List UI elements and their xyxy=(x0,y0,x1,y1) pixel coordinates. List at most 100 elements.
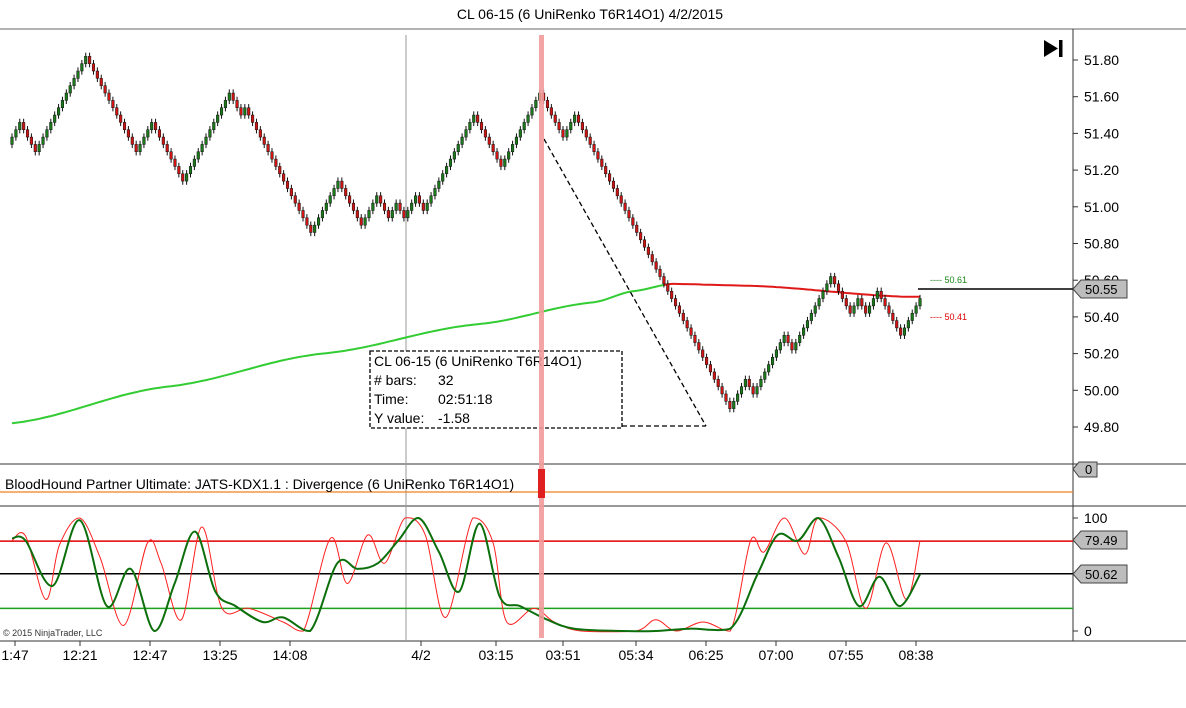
skip-to-end-icon[interactable] xyxy=(1044,40,1063,57)
osc-tick-label: 100 xyxy=(1084,510,1108,526)
down-bar xyxy=(848,305,852,314)
up-bar xyxy=(736,393,740,402)
up-bar xyxy=(906,320,910,329)
down-bar xyxy=(576,114,581,123)
down-bar xyxy=(181,173,185,182)
down-bar xyxy=(697,342,701,351)
up-bar xyxy=(367,210,371,219)
down-bar xyxy=(282,173,286,182)
marker-upper: ---- 50.61 xyxy=(930,275,967,285)
down-bar xyxy=(270,151,274,160)
down-bar xyxy=(642,239,647,248)
down-bar xyxy=(165,144,169,153)
down-bar xyxy=(499,158,503,167)
down-bar xyxy=(251,114,255,123)
up-bar xyxy=(406,210,410,219)
down-bar xyxy=(891,312,895,321)
oscillator-slow-line xyxy=(11,517,921,633)
up-bar xyxy=(852,305,856,314)
up-bar xyxy=(817,298,821,307)
divergence-value: 0 xyxy=(1085,462,1092,477)
up-bar xyxy=(18,122,22,130)
down-bar xyxy=(786,335,790,343)
up-bar xyxy=(410,202,414,211)
time-tick-label: 4/2 xyxy=(411,647,431,663)
up-bar xyxy=(809,312,813,321)
down-bar xyxy=(716,379,720,387)
down-bar xyxy=(107,92,111,101)
up-bar xyxy=(472,114,476,123)
down-bar xyxy=(611,180,616,189)
up-bar xyxy=(514,136,518,145)
down-bar xyxy=(239,107,243,116)
up-bar xyxy=(185,173,189,182)
price-tick-label: 51.00 xyxy=(1084,199,1119,215)
up-bar xyxy=(829,276,833,285)
down-bar xyxy=(134,144,138,153)
down-bar xyxy=(833,276,837,285)
down-bar xyxy=(666,283,670,292)
down-bar xyxy=(398,202,402,211)
up-bar xyxy=(332,188,336,197)
up-bar xyxy=(80,63,84,72)
down-bar xyxy=(487,136,491,145)
divergence-label: BloodHound Partner Ultimate: JATS-KDX1.1… xyxy=(5,476,514,492)
time-tick-label: 07:00 xyxy=(758,647,793,663)
divergence-value-flag: 0 xyxy=(1072,461,1098,478)
down-bar xyxy=(600,158,604,167)
tooltip-bars-label: # bars: xyxy=(374,372,417,388)
down-bar xyxy=(615,188,619,197)
oscillator-lines xyxy=(11,517,921,633)
up-bar xyxy=(84,56,88,64)
up-bar xyxy=(464,129,468,138)
down-bar xyxy=(561,129,565,138)
time-tick-label: 12:21 xyxy=(62,647,97,663)
up-bar xyxy=(452,151,456,160)
up-bar xyxy=(64,92,68,101)
down-bar xyxy=(685,320,689,329)
time-tick-label: 06:25 xyxy=(688,647,723,663)
up-bar xyxy=(433,188,437,197)
down-bar xyxy=(177,166,181,175)
down-bar xyxy=(157,129,162,138)
up-bar xyxy=(425,202,429,211)
up-bar xyxy=(219,107,224,116)
down-bar xyxy=(724,393,728,402)
up-bar xyxy=(871,298,875,307)
down-bar xyxy=(650,254,654,263)
price-tick-label: 49.80 xyxy=(1084,419,1119,435)
up-bar xyxy=(313,224,317,233)
tooltip-y-value: -1.58 xyxy=(438,410,470,426)
copyright: © 2015 NinjaTrader, LLC xyxy=(3,628,103,638)
down-bar xyxy=(254,122,259,130)
down-bar xyxy=(712,371,716,380)
up-bar xyxy=(774,349,778,358)
upper-level-flag: 79.49 xyxy=(1072,530,1128,550)
down-bar xyxy=(681,312,685,321)
price-tick-label: 50.80 xyxy=(1084,236,1119,252)
tooltip-y-label: Y value: xyxy=(374,410,424,426)
down-bar xyxy=(348,195,352,204)
down-bar xyxy=(103,85,107,94)
up-bar xyxy=(49,122,53,130)
down-bar xyxy=(588,136,592,145)
time-tick-label: 1:47 xyxy=(1,647,28,663)
down-bar xyxy=(91,63,96,72)
down-bar xyxy=(623,202,627,211)
up-bar xyxy=(394,202,398,211)
up-bar xyxy=(526,114,530,123)
up-bar xyxy=(565,129,569,138)
up-bar xyxy=(72,78,76,86)
up-bar xyxy=(445,166,449,175)
up-bar xyxy=(208,129,212,138)
down-bar xyxy=(639,232,643,241)
middle-level-label: 50.62 xyxy=(1085,567,1118,582)
down-bar xyxy=(161,136,165,145)
up-bar xyxy=(522,122,526,130)
down-bar xyxy=(689,327,693,336)
down-bar xyxy=(673,298,678,307)
up-bar xyxy=(743,379,747,387)
down-bar xyxy=(340,180,344,189)
up-bar xyxy=(390,210,394,219)
cursor-marker xyxy=(538,469,545,498)
